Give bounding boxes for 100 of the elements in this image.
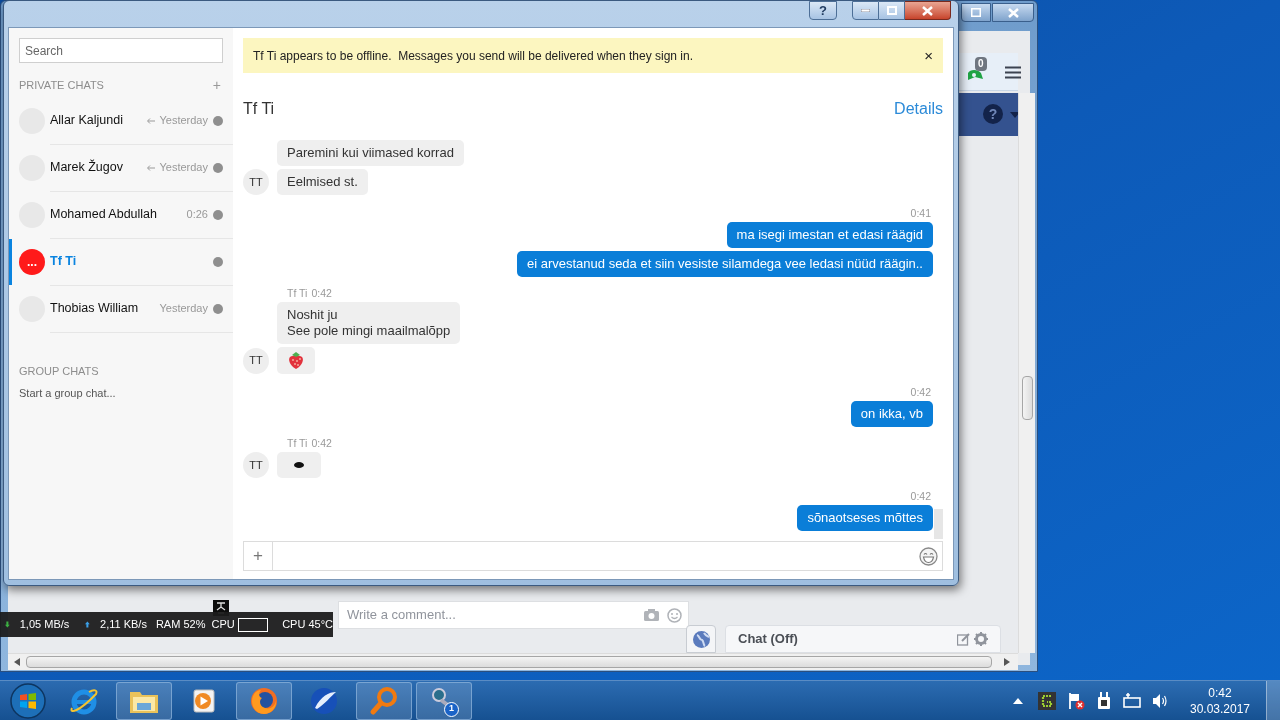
network-icon[interactable] [1123, 692, 1141, 709]
chat-list-item[interactable]: Mohamed Abdullah 0:26 [9, 191, 233, 238]
clock[interactable]: 0:42 30.03.2017 [1185, 684, 1255, 717]
maximize-icon [971, 8, 981, 17]
last-message-time: Yesterday [159, 160, 208, 176]
show-hidden-icons-button[interactable] [1013, 697, 1023, 704]
start-group-chat-link[interactable]: Start a group chat... [19, 385, 116, 402]
message-time: 0:42 [910, 490, 931, 502]
close-button[interactable] [992, 3, 1034, 22]
clock-time: 0:42 [1208, 684, 1232, 701]
avatar: TT [243, 169, 269, 195]
details-link[interactable]: Details [894, 97, 943, 121]
message-text: on ikka, vb [860, 406, 923, 422]
message-text: See pole mingi maailmalõpp [287, 323, 451, 339]
close-banner-button[interactable]: × [924, 48, 933, 63]
minimize-button[interactable] [852, 1, 879, 20]
contact-name: Tf Ti [50, 253, 78, 271]
edit-icon[interactable] [957, 632, 970, 646]
last-message-time: Yesterday [159, 301, 208, 317]
message-time: 0:42 [311, 437, 332, 449]
vertical-scrollbar[interactable] [1018, 93, 1035, 653]
section-header: GROUP CHATS [19, 363, 100, 379]
message-text: sõnaotseses mõttes [807, 510, 923, 526]
cpu-graph [237, 617, 269, 632]
taskbar-button[interactable]: 1 [416, 681, 472, 720]
dot-icon [294, 462, 304, 468]
message-text: ei arvestanud seda et siin vesiste silamdega vee ledasi nüüd räägin.. [526, 256, 923, 272]
strawberry-icon [287, 351, 305, 370]
chat-bar[interactable]: Chat (Off) [725, 625, 1001, 653]
feather-globe-icon [309, 685, 339, 716]
scroll-left-icon[interactable] [14, 658, 20, 666]
volume-icon[interactable] [1152, 692, 1168, 709]
contact-name: Mohamed Abdullah [50, 206, 159, 224]
message-text: Eelmised st. [287, 174, 358, 190]
ram-usage: RAM 52% [155, 617, 206, 633]
message-text: Paremini kui viimased korrad [287, 145, 454, 161]
download-speed: 1,05 MB/s [19, 617, 70, 633]
taskbar-button[interactable] [116, 681, 172, 720]
avatar: TT [243, 347, 269, 374]
message-text: Noshit ju [287, 307, 339, 323]
start-button[interactable] [10, 682, 46, 719]
contact-name: Marek Žugov [50, 158, 124, 177]
maximize-button[interactable] [961, 3, 991, 22]
flag-icon[interactable] [1067, 691, 1085, 710]
selection-indicator [9, 238, 12, 285]
close-icon [1007, 7, 1019, 18]
sender-name: Tf Ti [287, 437, 308, 449]
maximize-button[interactable] [879, 1, 905, 20]
maximize-icon [886, 6, 897, 15]
chat-bar-title: Chat (Off) [738, 630, 799, 649]
tray-app-icon[interactable] [1038, 691, 1056, 710]
notification-icon[interactable] [966, 67, 984, 81]
menu-icon[interactable] [1005, 66, 1021, 79]
scroll-right-icon[interactable] [1004, 658, 1010, 666]
chat-list-item[interactable]: Allar Kaljundi Yesterday [9, 97, 233, 144]
offline-notice: Tf Ti appears to be offline. Messages you send will be delivered when they sign in. [253, 47, 695, 65]
search-field[interactable]: Search [19, 38, 223, 63]
globe-button[interactable] [686, 625, 716, 653]
help-button[interactable]: ? [809, 1, 837, 20]
magnifier-icon [369, 685, 399, 716]
message-text: ma isegi imestan et edasi räägid [736, 227, 923, 243]
chat-list-item[interactable]: Thobias William Yesterday [9, 285, 233, 332]
caret-icon[interactable] [1010, 112, 1020, 118]
message-time: 0:42 [910, 386, 931, 398]
contact-name: Thobias William [50, 300, 140, 318]
chat-list-item[interactable]: Marek Žugov Yesterday [9, 144, 233, 191]
help-button[interactable]: ? [983, 104, 1003, 124]
clock-date: 30.03.2017 [1189, 700, 1251, 717]
sender-name: Tf Ti [287, 287, 308, 299]
scrollbar-thumb[interactable] [26, 656, 992, 668]
upload-speed: 2,11 KB/s [100, 617, 147, 633]
power-icon[interactable] [1096, 691, 1112, 710]
conversation-title: Tf Ti [243, 99, 275, 119]
section-header: PRIVATE CHATS [19, 78, 104, 93]
cpu-temperature: CPU 45°C [282, 617, 333, 633]
last-message-time: Yesterday [159, 113, 208, 129]
taskbar-button[interactable] [236, 681, 292, 720]
minimize-icon [861, 9, 870, 12]
last-message-time: 0:26 [186, 207, 208, 223]
attach-button[interactable]: + [244, 542, 273, 570]
globe-icon [692, 630, 710, 648]
horizontal-scrollbar[interactable] [8, 653, 1018, 670]
close-icon [922, 5, 933, 16]
fox-globe-icon [249, 685, 279, 716]
notification-count: 0 [975, 57, 987, 71]
contact-name: Allar Kaljundi [50, 112, 124, 130]
download-arrow-icon [5, 620, 10, 629]
close-button[interactable] [905, 1, 951, 20]
scrollbar-thumb[interactable] [934, 509, 943, 539]
play-icon [191, 687, 217, 714]
cpu-label: CPU [211, 617, 235, 633]
avatar: ... [19, 248, 45, 275]
upload-arrow-icon [85, 620, 91, 629]
message-time: 0:42 [311, 287, 332, 299]
message-time: 0:41 [910, 207, 931, 219]
emoji-icon[interactable] [919, 546, 938, 566]
scrollbar-thumb[interactable] [1022, 376, 1033, 420]
avatar: TT [243, 452, 269, 478]
count-badge: 1 [444, 701, 459, 717]
settings-icon[interactable] [974, 632, 988, 646]
